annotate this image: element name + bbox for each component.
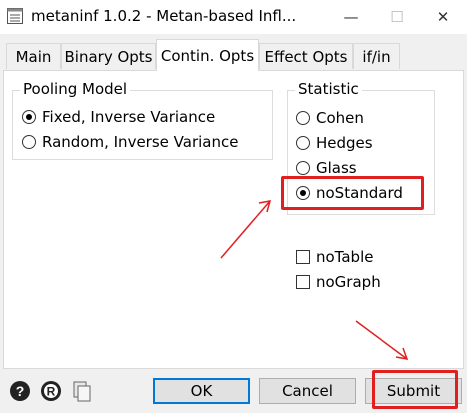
radio-unselected-icon <box>296 111 310 125</box>
annotation-box-submit <box>372 370 458 409</box>
annotation-box-nostandard <box>281 176 424 210</box>
help-button[interactable]: ? <box>9 380 31 402</box>
minimize-icon: — <box>343 8 359 26</box>
checkbox-box <box>296 250 310 264</box>
window-app-icon <box>7 8 23 24</box>
notable-checkbox[interactable]: noTable <box>296 248 373 266</box>
minimize-button[interactable]: — <box>328 0 374 34</box>
svg-text:?: ? <box>16 383 25 399</box>
pooling-option-random[interactable]: Random, Inverse Variance <box>22 133 238 151</box>
checkbox-label: noGraph <box>316 273 381 291</box>
statistic-option-cohen[interactable]: Cohen <box>296 109 364 127</box>
reset-icon: R <box>41 381 61 401</box>
nograph-checkbox[interactable]: noGraph <box>296 273 381 291</box>
pooling-option-fixed[interactable]: Fixed, Inverse Variance <box>22 108 215 126</box>
copy-icon <box>73 381 91 402</box>
checkbox-box <box>296 275 310 289</box>
statistic-option-label: Cohen <box>316 109 364 127</box>
svg-text:R: R <box>47 385 56 399</box>
tab-effect-opts[interactable]: Effect Opts <box>259 43 353 69</box>
statistic-option-label: Hedges <box>316 134 373 152</box>
ok-button[interactable]: OK <box>153 378 250 404</box>
tab-main[interactable]: Main <box>6 43 61 69</box>
tab-contin-opts[interactable]: Contin. Opts <box>156 39 259 71</box>
close-icon: ✕ <box>436 8 450 26</box>
radio-unselected-icon <box>296 136 310 150</box>
reset-button[interactable]: R <box>40 380 62 402</box>
contin-opts-panel: Pooling Model Fixed, Inverse Variance Ra… <box>3 70 464 369</box>
close-button[interactable]: ✕ <box>420 0 466 34</box>
title-bar: metaninf 1.0.2 - Metan-based Infl... — ☐… <box>0 0 467 34</box>
tab-strip: Main Binary Opts Contin. Opts Effect Opt… <box>0 34 467 71</box>
pooling-option-label: Fixed, Inverse Variance <box>42 108 216 126</box>
window-title: metaninf 1.0.2 - Metan-based Infl... <box>31 7 297 25</box>
maximize-button[interactable]: ☐ <box>374 0 420 34</box>
statistic-option-hedges[interactable]: Hedges <box>296 134 373 152</box>
help-icon: ? <box>10 381 30 401</box>
statistic-option-glass[interactable]: Glass <box>296 159 357 177</box>
statistic-legend: Statistic <box>295 80 362 98</box>
tab-if-in[interactable]: if/in <box>353 43 400 69</box>
radio-selected-icon <box>22 110 36 124</box>
pooling-option-label: Random, Inverse Variance <box>42 133 239 151</box>
checkbox-label: noTable <box>316 248 374 266</box>
cancel-button[interactable]: Cancel <box>259 378 356 404</box>
radio-unselected-icon <box>22 135 36 149</box>
statistic-option-label: Glass <box>316 159 357 177</box>
copy-button[interactable] <box>71 380 93 402</box>
pooling-model-legend: Pooling Model <box>20 80 131 98</box>
tab-binary-opts[interactable]: Binary Opts <box>61 43 156 69</box>
radio-unselected-icon <box>296 161 310 175</box>
maximize-icon: ☐ <box>390 8 404 26</box>
